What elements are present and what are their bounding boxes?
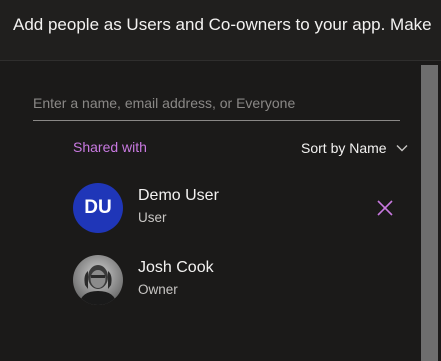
scrollbar[interactable] [418, 61, 441, 361]
person-row: DU Demo User User [73, 183, 403, 233]
people-search-input[interactable] [33, 90, 400, 116]
avatar [73, 255, 123, 305]
person-role: User [138, 210, 167, 225]
person-role: Owner [138, 282, 178, 297]
person-name: Demo User [138, 187, 219, 204]
dialog-header: Add people as Users and Co-owners to you… [0, 0, 441, 61]
avatar: DU [73, 183, 123, 233]
chevron-down-icon [396, 145, 408, 152]
profile-photo-icon [73, 255, 123, 305]
people-search-field[interactable] [33, 90, 400, 121]
close-icon[interactable] [375, 198, 395, 218]
scrollbar-thumb[interactable] [421, 65, 438, 361]
person-name: Josh Cook [138, 259, 214, 276]
sort-dropdown[interactable]: Sort by Name [301, 137, 408, 159]
shared-with-label: Shared with [73, 139, 147, 155]
sort-label: Sort by Name [301, 140, 387, 156]
avatar-initials: DU [84, 197, 112, 218]
header-description: Add people as Users and Co-owners to you… [13, 15, 432, 34]
person-row: Josh Cook Owner [73, 255, 403, 305]
